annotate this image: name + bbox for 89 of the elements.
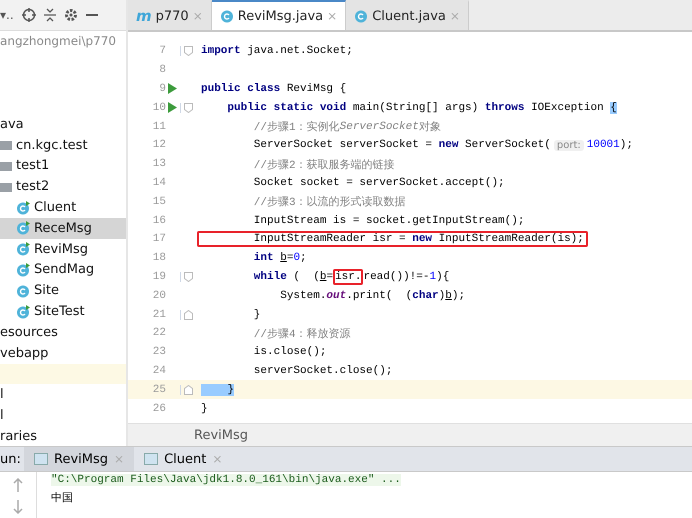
code-line: int b=0; — [252, 251, 308, 266]
code-line: import java.net.Socket; — [200, 44, 354, 60]
code-line: } — [252, 308, 262, 323]
code-line: //步骤3：以流的形式读取数据 — [252, 194, 407, 212]
class-icon — [16, 284, 30, 298]
code-line: //步骤2：获取服务端的链接 — [252, 158, 396, 174]
fold-icon[interactable] — [184, 272, 192, 282]
code-line: Socket socket = serverSocket.accept(); — [252, 176, 506, 191]
fold-icon[interactable] — [184, 102, 192, 113]
line-number: 24 — [152, 364, 166, 377]
line-number: 13 — [152, 158, 166, 170]
code-line: //步骤4：释放资源 — [252, 327, 352, 343]
tree-item[interactable]: Cluent — [0, 197, 126, 218]
minimize-icon[interactable] — [86, 13, 98, 17]
tree-item[interactable]: Site — [0, 280, 126, 302]
up-arrow-icon[interactable] — [13, 478, 23, 492]
tree-item[interactable]: test1 — [0, 156, 126, 176]
module-icon: m — [136, 7, 152, 25]
collapse-icon[interactable] — [44, 8, 56, 22]
view-dropdown[interactable]: ▾.. — [0, 8, 14, 22]
settings-icon[interactable] — [64, 8, 78, 22]
package-icon — [0, 182, 12, 192]
line-number: 16 — [152, 214, 166, 227]
class-icon — [354, 9, 368, 23]
run-tab[interactable]: ReviMsg × — [24, 447, 134, 471]
editor-tab[interactable]: m p770 × — [128, 0, 212, 30]
project-path: angzhongmei\p770 — [0, 33, 116, 50]
target-icon[interactable] — [22, 8, 36, 22]
line-number: 12 — [152, 139, 166, 152]
line-number: 23 — [152, 346, 166, 358]
line-number: 19 — [152, 270, 166, 283]
runnable-class-icon — [16, 200, 30, 215]
code-line: InputStream is = socket.getInputStream(); — [252, 214, 526, 229]
code-line: while ( (b= isr. read())!=-1){ — [252, 268, 450, 287]
runnable-class-icon — [16, 262, 30, 277]
tree-item[interactable]: l — [0, 405, 126, 426]
tree-item[interactable]: l — [0, 384, 126, 406]
line-number: 15 — [152, 196, 166, 208]
code-line: public static void main(String[] args) throws IOException { — [226, 100, 618, 116]
code-line: } — [200, 402, 209, 417]
code-line: is.close(); — [252, 345, 328, 360]
line-number: 26 — [152, 402, 166, 415]
line-number: 21 — [152, 308, 166, 321]
line-number: 25 — [152, 384, 166, 396]
line-number: 18 — [152, 252, 166, 264]
runnable-class-icon — [16, 304, 30, 319]
package-icon — [0, 140, 12, 150]
code-line: public class ReviMsg { — [200, 82, 348, 97]
tree-item[interactable]: test2 — [0, 176, 126, 198]
tree-item[interactable]: cn.kgc.test — [0, 134, 126, 156]
tree-item[interactable]: esources — [0, 322, 126, 343]
run-tab[interactable]: Cluent × — [134, 447, 232, 471]
tree-item[interactable]: ReceMsg — [0, 218, 126, 239]
package-icon — [0, 160, 12, 171]
runnable-class-icon — [16, 221, 30, 236]
breadcrumb[interactable]: ReviMsg — [194, 428, 248, 442]
code-line: System.out.print( (char)b); — [279, 288, 466, 304]
line-number: 20 — [152, 290, 166, 302]
runnable-class-icon — [16, 242, 30, 256]
run-icon[interactable] — [168, 102, 176, 114]
fold-icon[interactable] — [184, 310, 192, 320]
down-arrow-icon[interactable] — [13, 500, 23, 514]
tree-item[interactable]: ReviMsg — [0, 238, 126, 260]
tree-item[interactable]: ava — [0, 114, 126, 135]
line-number: 8 — [158, 64, 166, 76]
tree-item[interactable]: vebapp — [0, 342, 126, 364]
line-number: 7 — [158, 45, 166, 58]
class-icon — [220, 9, 234, 23]
console-line: 中国 — [51, 491, 73, 505]
line-number: 10 — [152, 102, 166, 114]
fold-icon[interactable] — [184, 46, 192, 56]
line-number: 14 — [152, 176, 166, 189]
line-number: 22 — [152, 327, 166, 340]
run-icon[interactable] — [168, 83, 176, 94]
editor-tab[interactable]: Cluent.java × — [346, 0, 469, 30]
fold-icon[interactable] — [184, 384, 192, 395]
line-number: 9 — [158, 82, 166, 95]
code-line: //步骤1：实例化ServerSocket对象 — [252, 120, 442, 136]
console-icon — [144, 453, 158, 465]
editor-tab[interactable]: ReviMsg.java × — [212, 0, 346, 30]
line-number: 11 — [152, 120, 166, 133]
code-line: serverSocket.close(); — [252, 364, 394, 379]
tree-item[interactable]: SendMag — [0, 260, 126, 280]
run-label: un: — [0, 452, 22, 466]
code-line: ServerSocket serverSocket = new ServerSocket( port: 10001); — [252, 138, 634, 154]
tree-item[interactable]: SiteTest — [0, 301, 126, 322]
line-number: 17 — [152, 233, 166, 246]
tree-item[interactable]: raries — [0, 426, 126, 446]
console-icon — [34, 453, 48, 465]
